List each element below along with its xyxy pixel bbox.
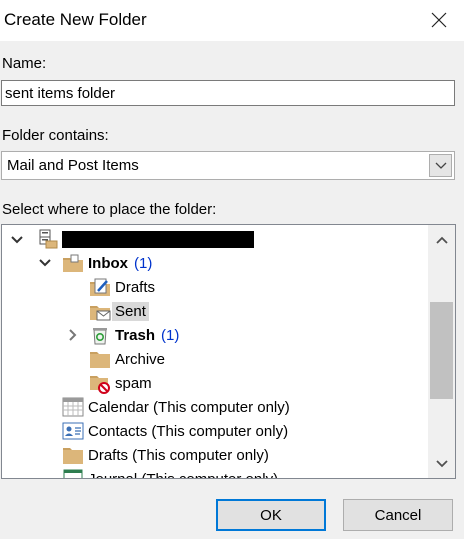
collapse-inbox-icon[interactable]: [38, 256, 52, 270]
tree-item-drafts[interactable]: Drafts: [89, 276, 155, 298]
scroll-up-icon[interactable]: [435, 233, 449, 247]
tree-item-calendar[interactable]: Calendar (This computer only): [62, 396, 290, 418]
sent-folder-icon: [90, 306, 111, 321]
chevron-down-icon: [435, 162, 446, 169]
archive-folder-icon: [90, 352, 110, 368]
folder-contains-select[interactable]: Mail and Post Items: [1, 151, 455, 180]
drafts-folder-icon: [90, 278, 110, 296]
archive-label: Archive: [115, 350, 166, 368]
redacted-account-name: [62, 231, 254, 248]
tree-item-sent[interactable]: Sent: [89, 300, 149, 322]
ok-button[interactable]: OK: [216, 499, 326, 531]
account-datafile-icon: [39, 229, 58, 249]
collapse-root-icon[interactable]: [10, 233, 24, 247]
inbox-folder-icon: [63, 254, 83, 272]
close-icon: [431, 12, 447, 28]
calendar-icon: [62, 397, 84, 417]
tree-item-trash[interactable]: Trash (1): [89, 324, 179, 346]
sent-label: Sent: [112, 301, 149, 321]
junk-folder-icon: [90, 376, 110, 394]
spam-label: spam: [115, 374, 152, 392]
folder-contains-value: Mail and Post Items: [7, 157, 139, 174]
tree-item-journal[interactable]: Journal (This computer only): [62, 468, 279, 479]
contacts-icon: [62, 422, 84, 440]
folder-icon: [63, 448, 83, 464]
name-label: Name:: [2, 55, 47, 72]
expand-trash-icon[interactable]: [66, 328, 80, 342]
recycle-bin-icon: [93, 328, 107, 345]
close-button[interactable]: [420, 2, 458, 38]
tree-item-drafts-local[interactable]: Drafts (This computer only): [62, 444, 269, 466]
drafts-label: Drafts: [115, 278, 156, 296]
tree-scrollbar[interactable]: [428, 225, 455, 478]
folder-tree[interactable]: Inbox (1) Drafts Sent Trash (1) Archive …: [1, 224, 456, 479]
tree-item-contacts[interactable]: Contacts (This computer only): [62, 420, 288, 442]
trash-label: Trash: [115, 326, 156, 344]
folder-contains-label: Folder contains:: [2, 127, 109, 144]
tree-item-archive[interactable]: Archive: [89, 348, 165, 370]
drafts-local-label: Drafts (This computer only): [88, 446, 269, 464]
cancel-button[interactable]: Cancel: [343, 499, 453, 531]
dialog-title: Create New Folder: [4, 10, 147, 29]
inbox-label: Inbox: [88, 254, 128, 272]
scroll-down-icon[interactable]: [435, 457, 449, 471]
calendar-label: Calendar (This computer only): [88, 398, 290, 416]
scroll-thumb[interactable]: [430, 302, 453, 399]
contacts-label: Contacts (This computer only): [88, 422, 289, 440]
name-input[interactable]: [1, 80, 455, 106]
dropdown-button[interactable]: [429, 154, 452, 177]
journal-label: Journal (This computer only): [88, 470, 279, 479]
tree-item-spam[interactable]: spam: [89, 372, 152, 394]
inbox-count: (1): [134, 254, 153, 272]
place-label: Select where to place the folder:: [2, 201, 217, 218]
tree-item-inbox[interactable]: Inbox (1): [62, 252, 152, 274]
title-bar: Create New Folder: [0, 0, 464, 41]
journal-icon: [63, 469, 83, 478]
trash-count: (1): [161, 326, 180, 344]
